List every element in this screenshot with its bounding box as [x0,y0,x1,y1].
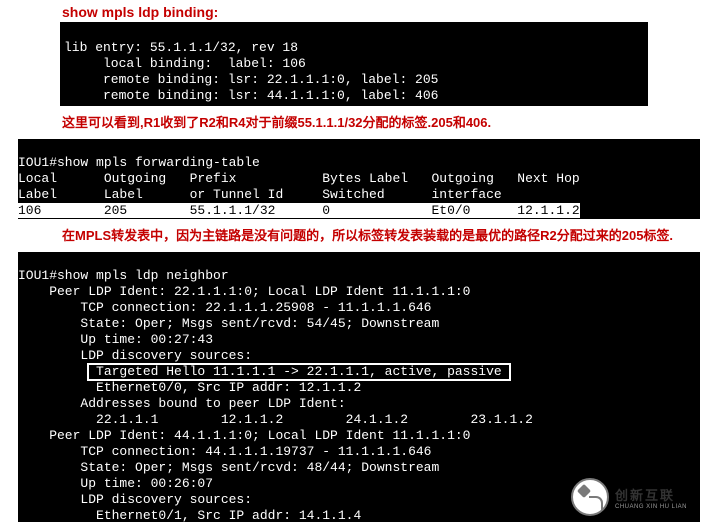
peer1-ident: Peer LDP Ident: 22.1.1.1:0; Local LDP Id… [18,284,470,299]
binding-remote-1: remote binding: lsr: 22.1.1.1:0, label: … [64,72,438,87]
forwarding-row: 106 205 55.1.1.1/32 0 Et0/0 12.1.1.2 [18,203,580,218]
peer1-state: State: Oper; Msgs sent/rcvd: 54/45; Down… [18,316,439,331]
note-forwarding: 在MPLS转发表中，因为主链路是没有问题的，所以标签转发表装载的是最优的路径R2… [0,219,703,252]
terminal-block-binding: lib entry: 55.1.1.1/32, rev 18 local bin… [60,22,648,106]
peer1-tcp: TCP connection: 22.1.1.1.25908 - 11.1.1.… [18,300,431,315]
peer2-eth: Ethernet0/1, Src IP addr: 14.1.1.4 [18,508,361,522]
watermark-text: 创新互联 CHUANG XIN HU LIAN [615,485,687,510]
watermark-cn: 创新互联 [615,485,687,504]
peer2-ident: Peer LDP Ident: 44.1.1.1:0; Local LDP Id… [18,428,470,443]
terminal-block-forwarding: IOU1#show mpls forwarding-table Local Ou… [18,139,700,219]
watermark: 创新互联 CHUANG XIN HU LIAN [571,478,687,516]
cmd-label-binding: show mpls ldp binding: [0,0,703,22]
peer2-disc-src: LDP discovery sources: [18,492,252,507]
peer1-targeted-hello: Targeted Hello 11.1.1.1 -> 22.1.1.1, act… [88,364,509,380]
peer1-targeted-pad [18,364,88,379]
forwarding-header-2: Label Label or Tunnel Id Switched interf… [18,187,502,202]
watermark-logo-icon [571,478,609,516]
binding-local: local binding: label: 106 [64,56,306,71]
watermark-en: CHUANG XIN HU LIAN [615,504,687,510]
peer2-uptime: Up time: 00:26:07 [18,476,213,491]
forwarding-header-1: Local Outgoing Prefix Bytes Label Outgoi… [18,171,580,186]
note-binding: 这里可以看到,R1收到了R2和R4对于前缀55.1.1.1/32分配的标签.20… [0,106,703,139]
peer1-addrs: 22.1.1.1 12.1.1.2 24.1.1.2 23.1.1.2 [18,412,533,427]
peer1-addr-hdr: Addresses bound to peer LDP Ident: [18,396,346,411]
peer2-state: State: Oper; Msgs sent/rcvd: 48/44; Down… [18,460,439,475]
peer2-tcp: TCP connection: 44.1.1.1.19737 - 11.1.1.… [18,444,431,459]
peer1-uptime: Up time: 00:27:43 [18,332,213,347]
peer1-disc-src: LDP discovery sources: [18,348,252,363]
forwarding-cmd: IOU1#show mpls forwarding-table [18,155,260,170]
binding-remote-2: remote binding: lsr: 44.1.1.1:0, label: … [64,88,438,103]
neighbor-cmd: IOU1#show mpls ldp neighbor [18,268,229,283]
binding-lib-entry: lib entry: 55.1.1.1/32, rev 18 [64,40,298,55]
peer1-eth: Ethernet0/0, Src IP addr: 12.1.1.2 [18,380,361,395]
